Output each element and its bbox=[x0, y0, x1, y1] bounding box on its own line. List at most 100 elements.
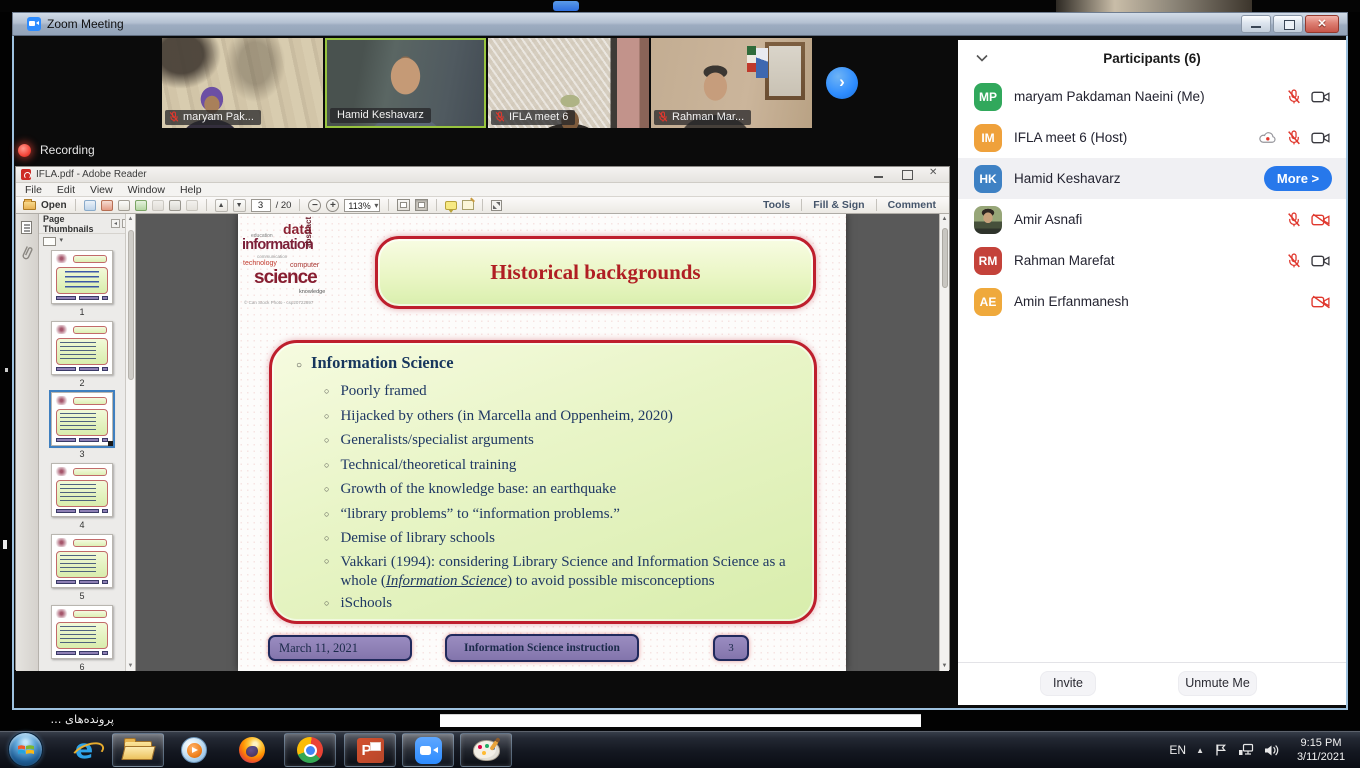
thumbnail-page-4[interactable]: 4 bbox=[39, 463, 125, 530]
maximize-button[interactable] bbox=[1273, 15, 1303, 33]
close-button[interactable] bbox=[1305, 15, 1339, 33]
thumbnail-page-1[interactable]: 1 bbox=[39, 250, 125, 317]
tab-comment[interactable]: Comment bbox=[877, 199, 947, 211]
next-page-button[interactable]: ▼ bbox=[233, 199, 246, 212]
cloud-upload-icon[interactable] bbox=[135, 200, 147, 211]
language-indicator[interactable]: EN bbox=[1169, 743, 1186, 757]
bullet-item: “library problems” to “information probl… bbox=[340, 502, 620, 527]
print-icon[interactable] bbox=[169, 200, 181, 211]
taskbar-powerpoint[interactable]: P bbox=[344, 733, 396, 767]
thumbnail-options-icon[interactable] bbox=[43, 237, 56, 246]
open-folder-icon[interactable] bbox=[23, 201, 36, 210]
participants-panel: Participants (6) MP maryam Pakdaman Naei… bbox=[958, 40, 1346, 705]
menu-edit[interactable]: Edit bbox=[57, 184, 75, 196]
participant-row-ifla-host[interactable]: IM IFLA meet 6 (Host) bbox=[958, 117, 1346, 158]
pdf-titlebar: IFLA.pdf - Adobe Reader bbox=[16, 167, 949, 183]
page-thumbnails-panel: Page Thumbnails ◂ ▸ 1 2 bbox=[39, 214, 136, 671]
bullet-item: iSchools bbox=[340, 591, 392, 616]
fullscreen-icon[interactable] bbox=[491, 200, 502, 211]
chevron-down-icon[interactable] bbox=[976, 54, 988, 62]
thumbnail-page-2[interactable]: 2 bbox=[39, 321, 125, 388]
adobe-reader-icon bbox=[21, 169, 31, 180]
pdf-restore-button[interactable] bbox=[901, 170, 913, 180]
page-thumbnails-icon[interactable] bbox=[21, 221, 32, 234]
zoom-window-titlebar: Zoom Meeting bbox=[12, 12, 1348, 36]
internet-explorer-icon: e bbox=[75, 737, 93, 763]
open-button[interactable]: Open bbox=[41, 200, 67, 211]
taskbar-chrome[interactable] bbox=[284, 733, 336, 767]
pdf-minimize-button[interactable] bbox=[873, 170, 885, 180]
collapse-panel-icon[interactable]: ◂ bbox=[111, 219, 120, 228]
pdf-right-tabs: Tools Fill & Sign Comment bbox=[752, 197, 947, 213]
minimize-button[interactable] bbox=[1241, 15, 1271, 33]
save-web-icon[interactable] bbox=[84, 200, 96, 211]
action-center-flag-icon[interactable] bbox=[1214, 743, 1228, 757]
participant-row-amir[interactable]: Amir Asnafi bbox=[958, 199, 1346, 240]
participants-footer: Invite Unmute Me bbox=[958, 662, 1346, 705]
video-tile-ifla[interactable]: IFLA meet 6 bbox=[488, 38, 649, 128]
thumbnails-scrollbar[interactable]: ▲ ▼ bbox=[125, 214, 135, 671]
taskbar-internet-explorer[interactable]: e bbox=[58, 733, 110, 767]
document-scrollbar[interactable]: ▲ ▼ bbox=[939, 214, 949, 671]
windows-flag-icon bbox=[17, 743, 35, 757]
taskbar-file-explorer[interactable] bbox=[112, 733, 164, 767]
tab-fill-sign[interactable]: Fill & Sign bbox=[802, 199, 875, 211]
start-button[interactable] bbox=[8, 732, 43, 767]
participant-row-hamid[interactable]: HK Hamid Keshavarz More > bbox=[958, 158, 1346, 199]
convert-pdf-icon[interactable] bbox=[101, 200, 113, 211]
thumbnail-page-5[interactable]: 5 bbox=[39, 534, 125, 601]
menu-file[interactable]: File bbox=[25, 184, 42, 196]
email-icon[interactable] bbox=[186, 200, 198, 211]
thumbnail-number: 4 bbox=[39, 520, 125, 530]
show-hidden-icons-arrow[interactable]: ▲ bbox=[1196, 746, 1204, 755]
avatar: MP bbox=[974, 83, 1002, 111]
invite-button[interactable]: Invite bbox=[1040, 671, 1096, 696]
avatar-photo bbox=[974, 206, 1002, 234]
slide-title-box: Historical backgrounds bbox=[375, 236, 816, 309]
recording-label: Recording bbox=[40, 143, 95, 157]
comment-bubble-icon[interactable] bbox=[445, 201, 457, 210]
menu-help[interactable]: Help bbox=[180, 184, 202, 196]
fit-page-icon[interactable] bbox=[415, 199, 428, 211]
next-videos-button[interactable]: › bbox=[826, 67, 858, 99]
participant-name: Hamid Keshavarz bbox=[337, 109, 424, 121]
taskbar-media-player[interactable] bbox=[168, 733, 220, 767]
taskbar-paint[interactable] bbox=[460, 733, 512, 767]
scrollbar-thumb[interactable] bbox=[128, 230, 134, 380]
menu-window[interactable]: Window bbox=[128, 184, 165, 196]
zoom-level-input[interactable]: 113% bbox=[344, 199, 380, 212]
scrollbar-thumb[interactable] bbox=[942, 228, 948, 288]
previous-page-button[interactable]: ▲ bbox=[215, 199, 228, 212]
volume-icon[interactable] bbox=[1264, 744, 1280, 757]
mic-muted-icon bbox=[1287, 212, 1301, 228]
unmute-me-button[interactable]: Unmute Me bbox=[1178, 671, 1257, 696]
slide-heading: ○ Information Science bbox=[296, 353, 454, 373]
thumbnail-page-6[interactable]: 6 bbox=[39, 605, 125, 671]
scrolling-mode-icon[interactable] bbox=[397, 199, 410, 211]
participant-row-maryam[interactable]: MP maryam Pakdaman Naeini (Me) bbox=[958, 76, 1346, 117]
taskbar-zoom[interactable] bbox=[402, 733, 454, 767]
video-tile-hamid[interactable]: Hamid Keshavarz bbox=[325, 38, 486, 128]
pdf-close-button[interactable] bbox=[929, 170, 941, 180]
highlight-note-icon[interactable] bbox=[462, 200, 474, 210]
network-icon[interactable] bbox=[1238, 743, 1254, 757]
video-tile-rahman[interactable]: Rahman Mar... bbox=[651, 38, 812, 128]
more-button[interactable]: More > bbox=[1264, 166, 1332, 191]
thumbnail-page-3[interactable]: 3 bbox=[39, 392, 125, 459]
taskbar-clock[interactable]: 9:15 PM 3/11/2021 bbox=[1290, 736, 1352, 764]
menu-view[interactable]: View bbox=[90, 184, 113, 196]
tab-tools[interactable]: Tools bbox=[752, 199, 801, 211]
sign-icon[interactable] bbox=[118, 200, 130, 211]
video-tile-maryam[interactable]: maryam Pak... bbox=[162, 38, 323, 128]
save-icon[interactable] bbox=[152, 200, 164, 211]
page-total-label: / 20 bbox=[276, 200, 292, 211]
participant-row-rahman[interactable]: RM Rahman Marefat bbox=[958, 240, 1346, 281]
zoom-in-button[interactable]: + bbox=[326, 199, 339, 212]
attachments-paperclip-icon[interactable] bbox=[20, 244, 34, 262]
zoom-out-button[interactable]: − bbox=[308, 199, 321, 212]
participant-row-amin[interactable]: AE Amin Erfanmanesh bbox=[958, 281, 1346, 322]
clock-time: 9:15 PM bbox=[1301, 737, 1342, 749]
pdf-menubar: File Edit View Window Help bbox=[16, 183, 949, 197]
page-number-input[interactable]: 3 bbox=[251, 199, 271, 212]
taskbar-firefox[interactable] bbox=[226, 733, 278, 767]
